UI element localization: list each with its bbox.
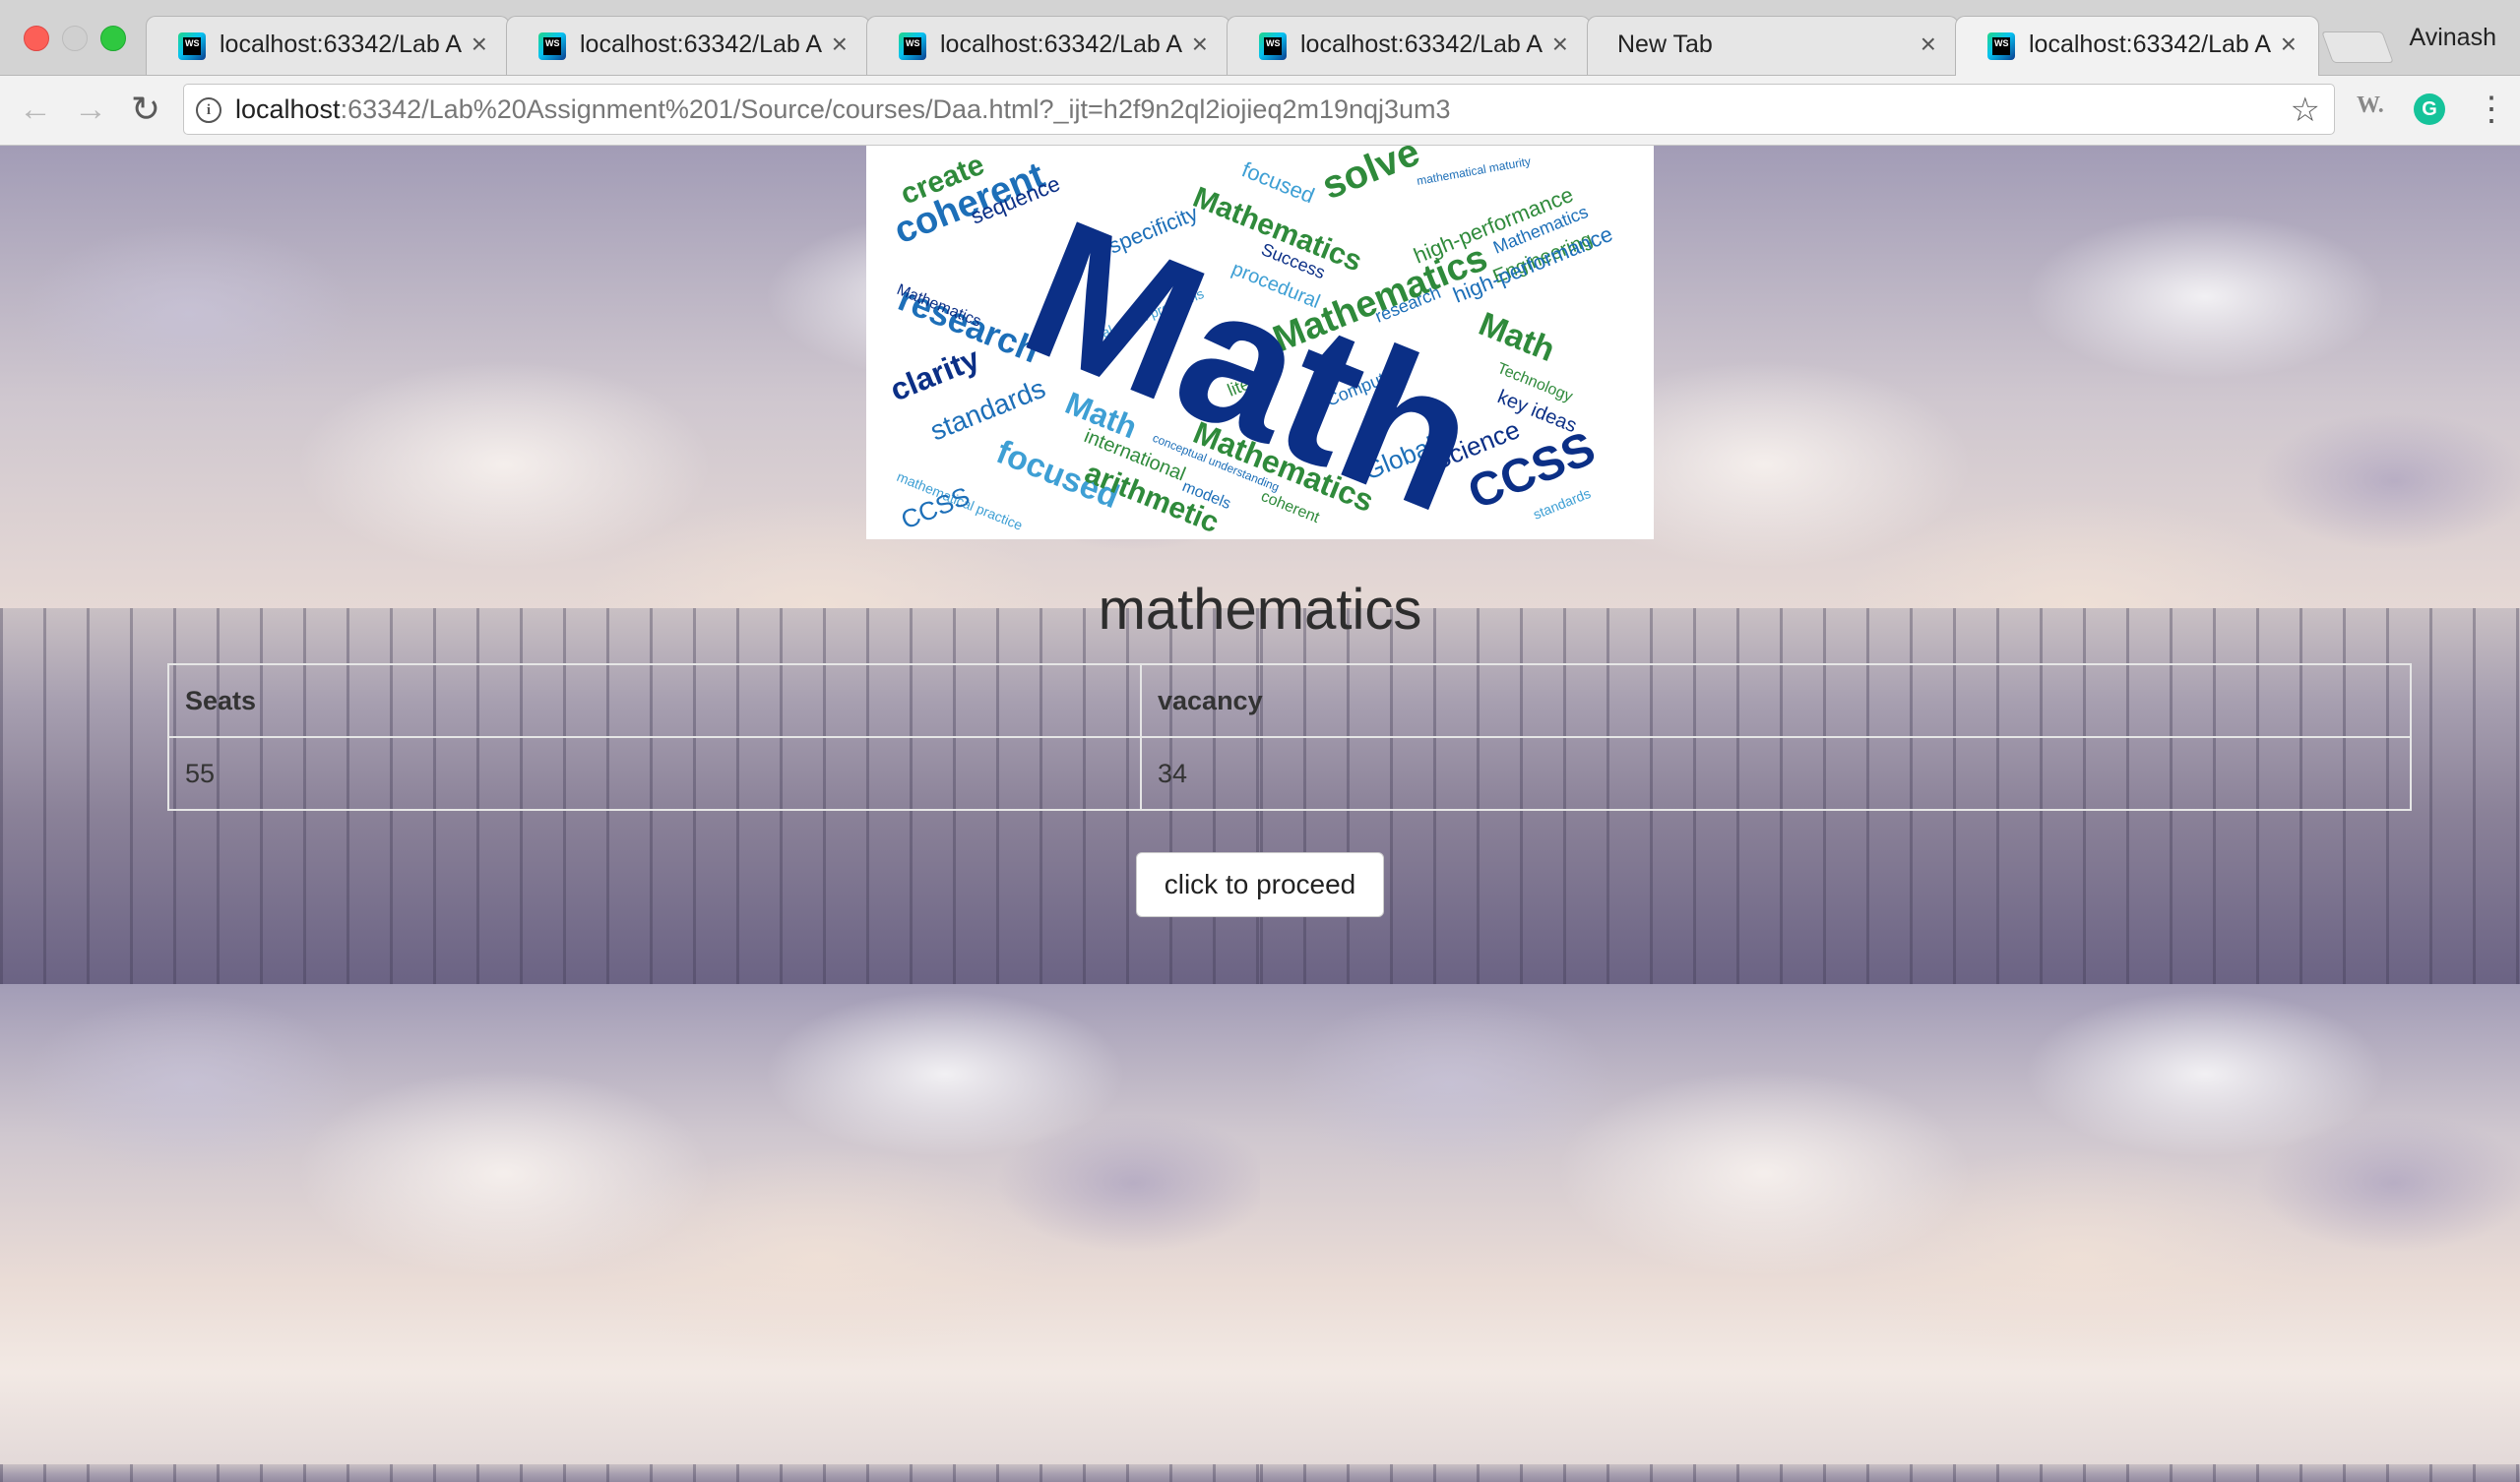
page-title: mathematics (1098, 578, 1422, 642)
word-cloud-svg: createcoherentsequence focusedsolvemathem… (885, 146, 1616, 539)
table-row: 55 34 (167, 736, 2412, 811)
webstorm-icon: WS (1987, 32, 2015, 60)
seats-table: Seats vacancy 55 34 (167, 663, 2412, 811)
background-image (0, 984, 1260, 1482)
close-tab-icon[interactable]: × (472, 30, 487, 59)
profile-name[interactable]: Avinash (2410, 24, 2497, 52)
extension-w-icon[interactable]: W. (2357, 93, 2384, 119)
table-header-row: Seats vacancy (167, 663, 2412, 738)
info-icon[interactable]: i (196, 97, 221, 123)
window-maximize-button[interactable] (100, 26, 126, 51)
close-tab-icon[interactable]: × (1921, 30, 1936, 59)
webstorm-icon: WS (1259, 32, 1287, 60)
url-text[interactable]: localhost:63342/Lab%20Assignment%201/Sou… (235, 94, 1451, 125)
webstorm-icon: WS (538, 32, 566, 60)
address-bar[interactable]: i localhost:63342/Lab%20Assignment%201/S… (183, 84, 2335, 135)
close-tab-icon[interactable]: × (2281, 30, 2297, 59)
menu-dots-icon[interactable]: ⋮ (2475, 90, 2508, 129)
webstorm-icon: WS (178, 32, 206, 60)
grammarly-icon[interactable]: G (2414, 93, 2445, 125)
tab-title: localhost:63342/Lab A (1300, 31, 1543, 58)
window-minimize-button[interactable] (62, 26, 88, 51)
tab-title: localhost:63342/Lab A (2029, 31, 2271, 58)
back-arrow-icon[interactable]: ← (16, 90, 55, 129)
tab-strip: WS localhost:63342/Lab A × WS localhost:… (0, 0, 2520, 76)
proceed-button[interactable]: click to proceed (1136, 852, 1384, 917)
webstorm-icon: WS (899, 32, 926, 60)
browser-tab[interactable]: WS localhost:63342/Lab A × (146, 16, 510, 75)
page-viewport: create coherent sequence focused solve mathem… (0, 146, 2520, 1482)
background-image (1260, 984, 2520, 1482)
word-cloud-word: mathematical maturity (1416, 154, 1532, 188)
seats-value: 55 (167, 736, 1142, 811)
url-host: localhost (235, 94, 341, 124)
word-cloud-word: solve (1316, 146, 1425, 208)
browser-toolbar: ← → ↻ i localhost:63342/Lab%20Assignment… (0, 76, 2520, 146)
browser-tab[interactable]: WS localhost:63342/Lab A × (1227, 16, 1591, 75)
vacancy-header: vacancy (1140, 663, 2412, 738)
bookmark-star-icon[interactable]: ☆ (2291, 91, 2320, 130)
close-tab-icon[interactable]: × (1552, 30, 1568, 59)
word-cloud-word: clarity (885, 340, 984, 408)
math-word-cloud-image: create coherent sequence focused solve mathem… (866, 146, 1654, 539)
new-tab-button[interactable] (2321, 31, 2394, 63)
reload-icon[interactable]: ↻ (126, 90, 165, 129)
browser-tab[interactable]: WS localhost:63342/Lab A × (866, 16, 1230, 75)
window-close-button[interactable] (24, 26, 49, 51)
seats-header: Seats (167, 663, 1142, 738)
vacancy-value: 34 (1140, 736, 2412, 811)
close-tab-icon[interactable]: × (1192, 30, 1208, 59)
tab-title: localhost:63342/Lab A (940, 31, 1182, 58)
browser-tab-new-tab[interactable]: New Tab × (1587, 16, 1959, 75)
tab-title: New Tab (1617, 31, 1713, 58)
tab-title: localhost:63342/Lab A (220, 31, 462, 58)
url-path: :63342/Lab%20Assignment%201/Source/cours… (340, 94, 1451, 124)
browser-tab-active[interactable]: WS localhost:63342/Lab A × (1955, 16, 2319, 76)
forward-arrow-icon[interactable]: → (71, 90, 110, 129)
browser-tab[interactable]: WS localhost:63342/Lab A × (506, 16, 870, 75)
tab-title: localhost:63342/Lab A (580, 31, 822, 58)
close-tab-icon[interactable]: × (832, 30, 848, 59)
